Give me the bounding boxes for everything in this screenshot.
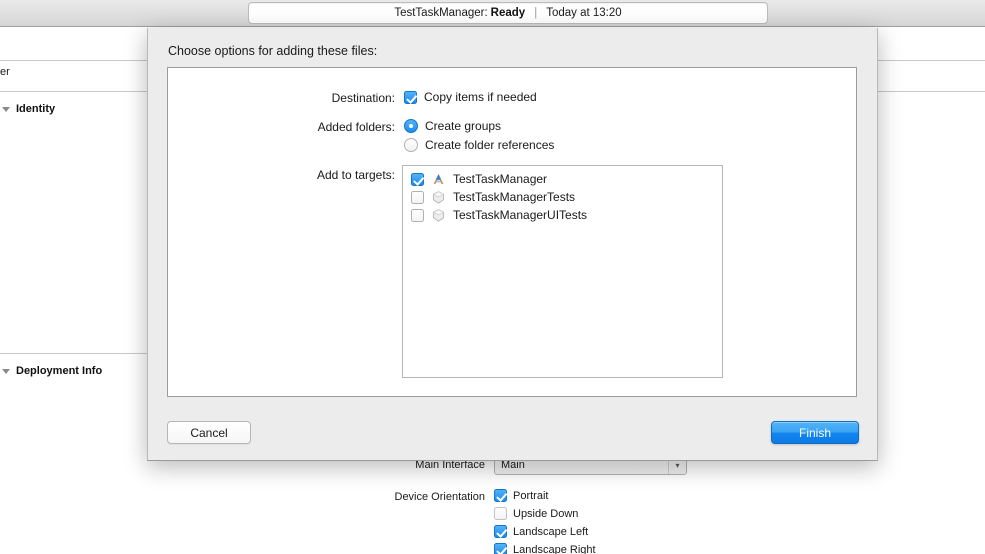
checkbox-icon[interactable]: [494, 489, 507, 502]
checkbox-icon[interactable]: [494, 507, 507, 520]
copy-items-if-needed-checkbox-row[interactable]: Copy items if needed: [404, 90, 537, 104]
create-folder-references-radio-row[interactable]: Create folder references: [404, 138, 554, 152]
test-bundle-icon: [431, 190, 446, 205]
targets-list[interactable]: TestTaskManager TestTaskManagerTests Tes…: [402, 165, 723, 378]
status-state: Ready: [490, 7, 526, 19]
radio-label: Create folder references: [425, 138, 555, 152]
status-time: Today at 13:20: [546, 7, 622, 19]
checkbox-icon[interactable]: [411, 208, 424, 222]
section-header-label: Deployment Info: [16, 365, 103, 377]
checkbox-icon[interactable]: [494, 543, 507, 554]
device-orientation-landscape-left[interactable]: Landscape Left: [494, 525, 588, 538]
finish-button[interactable]: Finish: [771, 421, 859, 444]
clipped-field-label: er: [0, 66, 10, 78]
checkbox-icon[interactable]: [404, 90, 417, 104]
toolbar: TestTaskManager: Ready | Today at 13:20: [0, 0, 985, 27]
radio-button-icon[interactable]: [404, 119, 418, 133]
section-header-identity[interactable]: Identity: [2, 103, 55, 115]
background-divider: [0, 91, 148, 92]
create-groups-radio-row[interactable]: Create groups: [404, 119, 501, 133]
checkbox-label: Portrait: [513, 489, 549, 502]
radio-label: Create groups: [425, 119, 502, 133]
checkbox-label: Landscape Right: [513, 543, 596, 554]
disclosure-triangle-icon[interactable]: [2, 368, 10, 374]
checkbox-icon[interactable]: [411, 190, 424, 204]
dialog-content-panel: Destination: Copy items if needed Added …: [167, 67, 857, 397]
target-name: TestTaskManager: [453, 172, 548, 186]
table-row[interactable]: TestTaskManagerUITests: [403, 206, 722, 224]
background-divider: [876, 91, 985, 92]
dialog-title: Choose options for adding these files:: [168, 44, 378, 58]
checkbox-label: Copy items if needed: [424, 90, 537, 104]
cancel-button[interactable]: Cancel: [167, 421, 251, 444]
section-header-deployment-info[interactable]: Deployment Info: [2, 365, 102, 377]
background-divider: [876, 60, 985, 61]
background-divider: [0, 353, 148, 354]
device-orientation-upside-down[interactable]: Upside Down: [494, 507, 578, 520]
status-separator: |: [534, 7, 538, 19]
checkbox-icon[interactable]: [494, 525, 507, 538]
checkbox-icon[interactable]: [411, 172, 424, 186]
device-orientation-label: Device Orientation: [394, 491, 486, 503]
destination-label: Destination:: [331, 91, 395, 105]
add-to-targets-label: Add to targets:: [316, 168, 395, 182]
checkbox-label: Upside Down: [513, 507, 579, 520]
xcode-window: TestTaskManager: Ready | Today at 13:20 …: [0, 0, 985, 554]
test-bundle-icon: [431, 208, 446, 223]
device-orientation-landscape-right[interactable]: Landscape Right: [494, 543, 596, 554]
status-bar: TestTaskManager: Ready | Today at 13:20: [248, 2, 768, 24]
background-divider: [0, 60, 148, 61]
section-header-label: Identity: [16, 103, 56, 115]
table-row[interactable]: TestTaskManager: [403, 170, 722, 188]
table-row[interactable]: TestTaskManagerTests: [403, 188, 722, 206]
target-name: TestTaskManagerTests: [453, 190, 576, 204]
radio-button-icon[interactable]: [404, 138, 418, 152]
device-orientation-portrait[interactable]: Portrait: [494, 489, 548, 502]
status-scheme: TestTaskManager:: [394, 7, 488, 19]
xcode-app-target-icon: [431, 172, 446, 187]
add-files-options-dialog: Choose options for adding these files: D…: [147, 28, 878, 461]
checkbox-label: Landscape Left: [513, 525, 589, 538]
added-folders-label: Added folders:: [317, 120, 395, 134]
target-name: TestTaskManagerUITests: [453, 208, 588, 222]
disclosure-triangle-icon[interactable]: [2, 106, 10, 112]
